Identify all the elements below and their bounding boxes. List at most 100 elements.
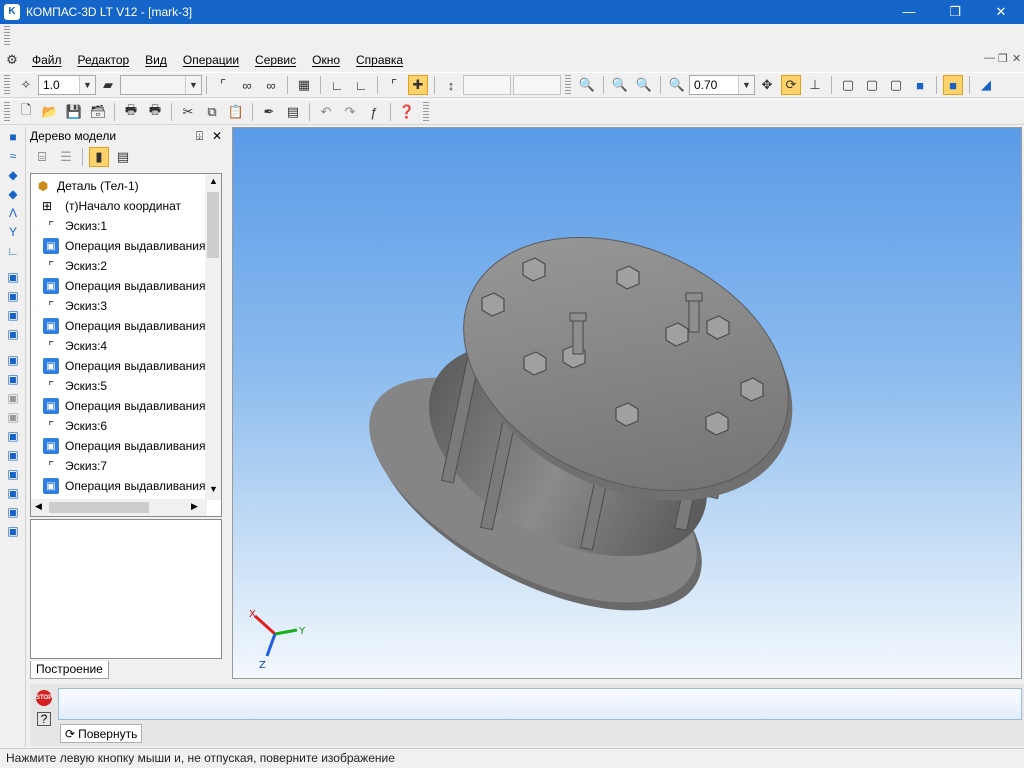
- new-document-icon[interactable]: 🗋: [16, 102, 36, 122]
- scroll-up-icon[interactable]: ▲: [209, 176, 218, 186]
- tree-order-icon[interactable]: ⌸: [32, 147, 52, 167]
- menu-view[interactable]: Вид: [137, 53, 175, 67]
- tree-item-sketch[interactable]: ⌜ Эскиз:7: [43, 456, 107, 476]
- open-folder-icon[interactable]: 📂: [40, 102, 60, 122]
- cut-extrude-icon[interactable]: ▣: [3, 351, 23, 369]
- pan-icon[interactable]: ✥: [757, 75, 777, 95]
- hole-icon[interactable]: ▣: [3, 446, 23, 464]
- measure-icon[interactable]: Λ: [3, 204, 23, 222]
- color-icon[interactable]: ▣: [3, 522, 23, 540]
- undo-icon[interactable]: ↶: [316, 102, 336, 122]
- tree-item-op[interactable]: ▣ Операция выдавливания:1: [43, 236, 216, 256]
- tree-item-op[interactable]: ▣ Операция выдавливания:4: [43, 356, 216, 376]
- tree-item-op[interactable]: ▣ Операция выдавливания:7: [43, 476, 216, 496]
- rotate-icon[interactable]: ⟳: [781, 75, 801, 95]
- zoom-combo[interactable]: 0.70 ▼: [689, 75, 755, 95]
- shell-icon[interactable]: ▣: [3, 408, 23, 426]
- thin-lines-icon[interactable]: ▢: [886, 75, 906, 95]
- cursor-snap-icon[interactable]: ✚: [408, 75, 428, 95]
- mdi-minimize-button[interactable]: —: [984, 52, 995, 64]
- toolbar-grip[interactable]: [423, 102, 429, 122]
- command-input[interactable]: [58, 688, 1022, 720]
- wireframe-icon[interactable]: ▢: [838, 75, 858, 95]
- properties-icon[interactable]: ✒: [259, 102, 279, 122]
- windows-icon[interactable]: 🗃: [88, 102, 108, 122]
- menu-help[interactable]: Справка: [348, 53, 411, 67]
- edit-part-icon[interactable]: ■: [3, 128, 23, 146]
- print-icon[interactable]: 🖶: [145, 102, 165, 122]
- tree-structure-icon[interactable]: ☰: [56, 147, 76, 167]
- chamfer-icon[interactable]: ▣: [3, 389, 23, 407]
- mdi-close-button[interactable]: ✕: [1012, 52, 1021, 65]
- fillet-icon[interactable]: ▣: [3, 370, 23, 388]
- document-icon[interactable]: ⚙: [2, 50, 22, 70]
- tree-vertical-scrollbar[interactable]: ▲ ▼: [205, 174, 221, 500]
- scroll-down-icon[interactable]: ▼: [209, 484, 218, 494]
- specification-icon[interactable]: ∟: [3, 242, 23, 260]
- minimize-button[interactable]: —: [886, 0, 932, 24]
- tab-build[interactable]: Построение: [30, 661, 109, 679]
- tree-horizontal-scrollbar[interactable]: ◀ ▶: [31, 499, 207, 516]
- model-viewport[interactable]: X Y Z: [232, 127, 1022, 679]
- surfaces-icon[interactable]: ◆: [3, 166, 23, 184]
- round-icon[interactable]: ⌜: [384, 75, 404, 95]
- tree-root[interactable]: ⬢ Деталь (Тел-1): [35, 176, 139, 196]
- tree-item-sketch[interactable]: ⌜ Эскиз:2: [43, 256, 107, 276]
- layer-combo[interactable]: ▼: [120, 75, 202, 95]
- loft-icon[interactable]: ▣: [3, 325, 23, 343]
- maximize-button[interactable]: ❐: [932, 0, 978, 24]
- scroll-right-icon[interactable]: ▶: [191, 501, 198, 512]
- tree-item-op[interactable]: ▣ Операция выдавливания:5: [43, 396, 216, 416]
- copy-icon[interactable]: ⧉: [202, 102, 222, 122]
- hidden-lines-icon[interactable]: ▢: [862, 75, 882, 95]
- toolbar-grip[interactable]: [4, 75, 10, 95]
- stop-icon[interactable]: STOP: [36, 690, 52, 706]
- scroll-left-icon[interactable]: ◀: [35, 501, 42, 512]
- tree-view2-icon[interactable]: ▤: [113, 147, 133, 167]
- tree-view-icon[interactable]: ▮: [89, 147, 109, 167]
- print-preview-icon[interactable]: 🖶: [121, 102, 141, 122]
- coord-y-field[interactable]: [513, 75, 561, 95]
- tree-item-sketch[interactable]: ⌜ Эскиз:4: [43, 336, 107, 356]
- toolbar-grip[interactable]: [565, 75, 571, 95]
- coord-system-icon[interactable]: ∟: [327, 75, 347, 95]
- rotate-op-icon[interactable]: ▣: [3, 287, 23, 305]
- variables-icon[interactable]: ƒ: [364, 102, 384, 122]
- menu-service[interactable]: Сервис: [247, 53, 304, 67]
- help-icon[interactable]: ?: [37, 712, 51, 726]
- perspective-icon[interactable]: ◢: [976, 75, 996, 95]
- draft-icon[interactable]: ▣: [3, 465, 23, 483]
- coord-x-field[interactable]: [463, 75, 511, 95]
- tree-item-op[interactable]: ▣ Операция выдавливания:3: [43, 316, 216, 336]
- mirror-icon[interactable]: ▣: [3, 503, 23, 521]
- spatial-curves-icon[interactable]: ≈: [3, 147, 23, 165]
- step-combo[interactable]: 1.0 ▼: [38, 75, 96, 95]
- orientation-icon[interactable]: ⊥: [805, 75, 825, 95]
- mdi-restore-button[interactable]: ❐: [998, 52, 1008, 65]
- menu-operations[interactable]: Операции: [175, 53, 247, 67]
- tree-item-sketch[interactable]: ⌜ Эскиз:3: [43, 296, 107, 316]
- snap-local-icon[interactable]: ∞: [261, 75, 281, 95]
- zoom-in-icon[interactable]: 🔍: [610, 75, 630, 95]
- tree-item-origin[interactable]: ⊞ (т)Начало координат: [39, 196, 181, 216]
- zoom-icon[interactable]: 🔍: [667, 75, 687, 95]
- rib-icon[interactable]: ▣: [3, 427, 23, 445]
- menu-editor[interactable]: Редактор: [70, 53, 138, 67]
- grid-icon[interactable]: ▦: [294, 75, 314, 95]
- cut-icon[interactable]: ✂: [178, 102, 198, 122]
- zoom-all-icon[interactable]: 🔍: [634, 75, 654, 95]
- shaded-edges-icon[interactable]: ■: [943, 75, 963, 95]
- help-pointer-icon[interactable]: ❓: [397, 102, 417, 122]
- tree-item-op[interactable]: ▣ Операция выдавливания:2: [43, 276, 216, 296]
- orthogonal-icon[interactable]: ⌜: [213, 75, 233, 95]
- cursor-coords-icon[interactable]: ↕: [441, 75, 461, 95]
- pin-icon[interactable]: ⌹: [196, 129, 203, 144]
- auxiliary-geometry-icon[interactable]: ◆: [3, 185, 23, 203]
- save-icon[interactable]: 💾: [64, 102, 84, 122]
- local-cs-icon[interactable]: ∟: [351, 75, 371, 95]
- array-icon[interactable]: ▣: [3, 484, 23, 502]
- tree-item-sketch[interactable]: ⌜ Эскиз:6: [43, 416, 107, 436]
- redo-icon[interactable]: ↷: [340, 102, 360, 122]
- tree-item-op[interactable]: ▣ Операция выдавливания:6: [43, 436, 216, 456]
- horizontal-scroll-thumb[interactable]: [49, 502, 149, 513]
